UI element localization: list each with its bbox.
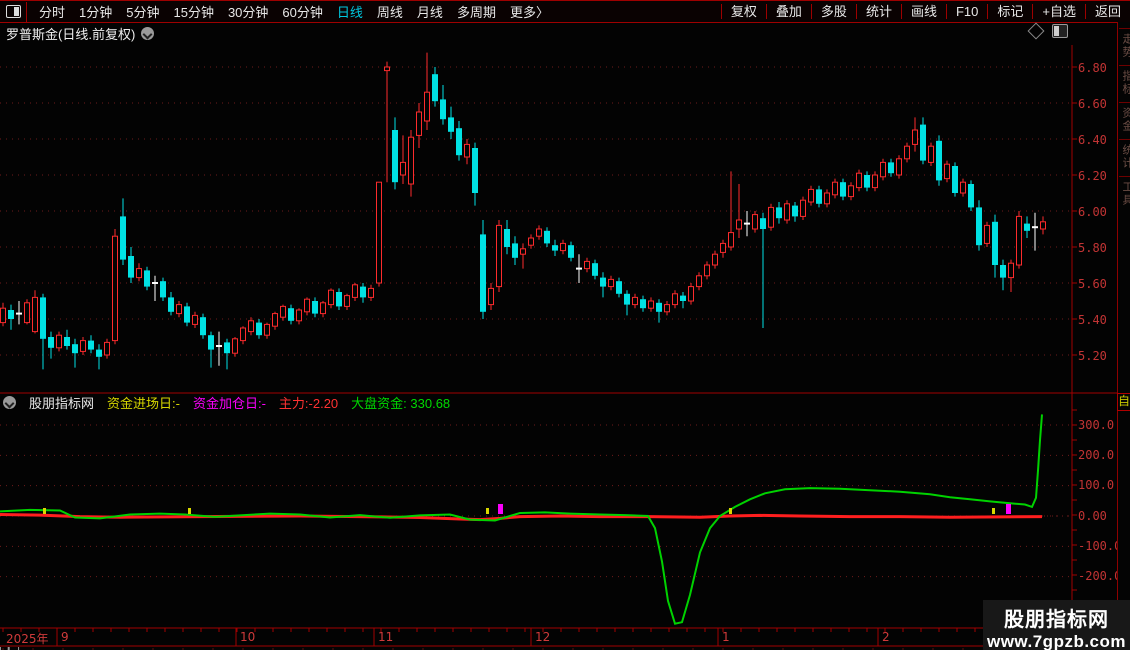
tab-5min[interactable]: 5分钟 (126, 2, 159, 21)
indicator-signal-in: 资金进场日:- (107, 395, 180, 411)
month-label: 1 (722, 630, 730, 644)
indicator-main-force-value: 主力:-2.20 (278, 395, 339, 411)
sidebar-vertical-tab[interactable]: 统计 (1119, 139, 1130, 170)
tab-15min[interactable]: 15分钟 (173, 2, 213, 21)
split-panel-icon (5, 5, 21, 18)
tab-weekly[interactable]: 周线 (377, 2, 403, 21)
indicator-name[interactable]: 股朋指标网 (29, 393, 94, 412)
mark-button[interactable]: 标记 (987, 4, 1032, 19)
draw-line-button[interactable]: 画线 (900, 4, 946, 19)
f10-button[interactable]: F10 (945, 4, 987, 19)
indicator-signal-add: 资金加仓日:- (192, 395, 266, 411)
add-watchlist-button[interactable]: +自选 (1032, 4, 1085, 19)
tab-fenshi[interactable]: 分时 (39, 2, 65, 21)
statistics-button[interactable]: 统计 (855, 4, 901, 19)
overlay-button[interactable]: 叠加 (765, 4, 811, 19)
month-label: 2 (882, 630, 890, 644)
site-watermark: 股朋指标网 www.7gpzb.com (983, 600, 1130, 650)
month-label: 12 (535, 630, 551, 644)
trading-app-window: 分时 1分钟 5分钟 15分钟 30分钟 60分钟 日线 周线 月线 多周期 更… (0, 0, 1130, 650)
sidebar-vertical-tab[interactable]: 走势 (1119, 28, 1130, 59)
tab-monthly[interactable]: 月线 (417, 2, 443, 21)
back-button[interactable]: 返回 (1084, 4, 1130, 19)
right-vertical-toolbar[interactable]: 走势指标资金统计工具 (1117, 22, 1130, 650)
month-label: 9 (61, 630, 69, 644)
tab-more[interactable]: 更多〉 (510, 2, 549, 21)
period-toolbar: 分时 1分钟 5分钟 15分钟 30分钟 60分钟 日线 周线 月线 多周期 更… (0, 0, 1130, 23)
panel-toggle-icon[interactable] (1052, 24, 1068, 38)
chevron-down-icon[interactable] (3, 395, 16, 409)
tab-30min[interactable]: 30分钟 (228, 2, 268, 21)
window-layout-button[interactable] (0, 1, 27, 22)
toolbar-actions: 复权 叠加 多股 统计 画线 F10 标记 +自选 返回 (720, 1, 1130, 22)
month-label: 10 (240, 630, 256, 644)
diamond-icon[interactable] (1027, 22, 1045, 40)
sidebar-vertical-tab[interactable]: 工具 (1119, 176, 1130, 207)
tab-multi-period[interactable]: 多周期 (457, 2, 496, 21)
indicator-header: 股朋指标网 资金进场日:- 资金加仓日:- 主力:-2.20 大盘资金: 330… (0, 393, 1120, 412)
tab-daily[interactable]: 日线 (337, 2, 363, 21)
period-tabs: 分时 1分钟 5分钟 15分钟 30分钟 60分钟 日线 周线 月线 多周期 更… (27, 2, 549, 21)
indicator-market-fund-value: 大盘资金: 330.68 (351, 395, 451, 411)
multi-stock-button[interactable]: 多股 (810, 4, 856, 19)
candlestick-and-indicator-chart[interactable] (0, 0, 1130, 650)
adjust-price-button[interactable]: 复权 (720, 4, 766, 19)
title-right-icons (1027, 22, 1068, 40)
sidebar-vertical-tab[interactable]: 指标 (1119, 65, 1130, 96)
tab-1min[interactable]: 1分钟 (79, 2, 112, 21)
corner-tab[interactable]: 自 (1117, 393, 1130, 411)
chevron-down-icon[interactable] (141, 26, 155, 40)
tab-60min[interactable]: 60分钟 (282, 2, 322, 21)
year-label: 2025年 (6, 632, 49, 646)
chart-title-bar: 罗普斯金(日线.前复权) (0, 22, 1130, 44)
month-label: 11 (378, 630, 394, 644)
watermark-name: 股朋指标网 (1004, 609, 1109, 631)
sidebar-vertical-tab[interactable]: 资金 (1119, 102, 1130, 133)
watermark-url: www.7gpzb.com (986, 632, 1127, 650)
stock-title: 罗普斯金(日线.前复权) (6, 26, 136, 42)
